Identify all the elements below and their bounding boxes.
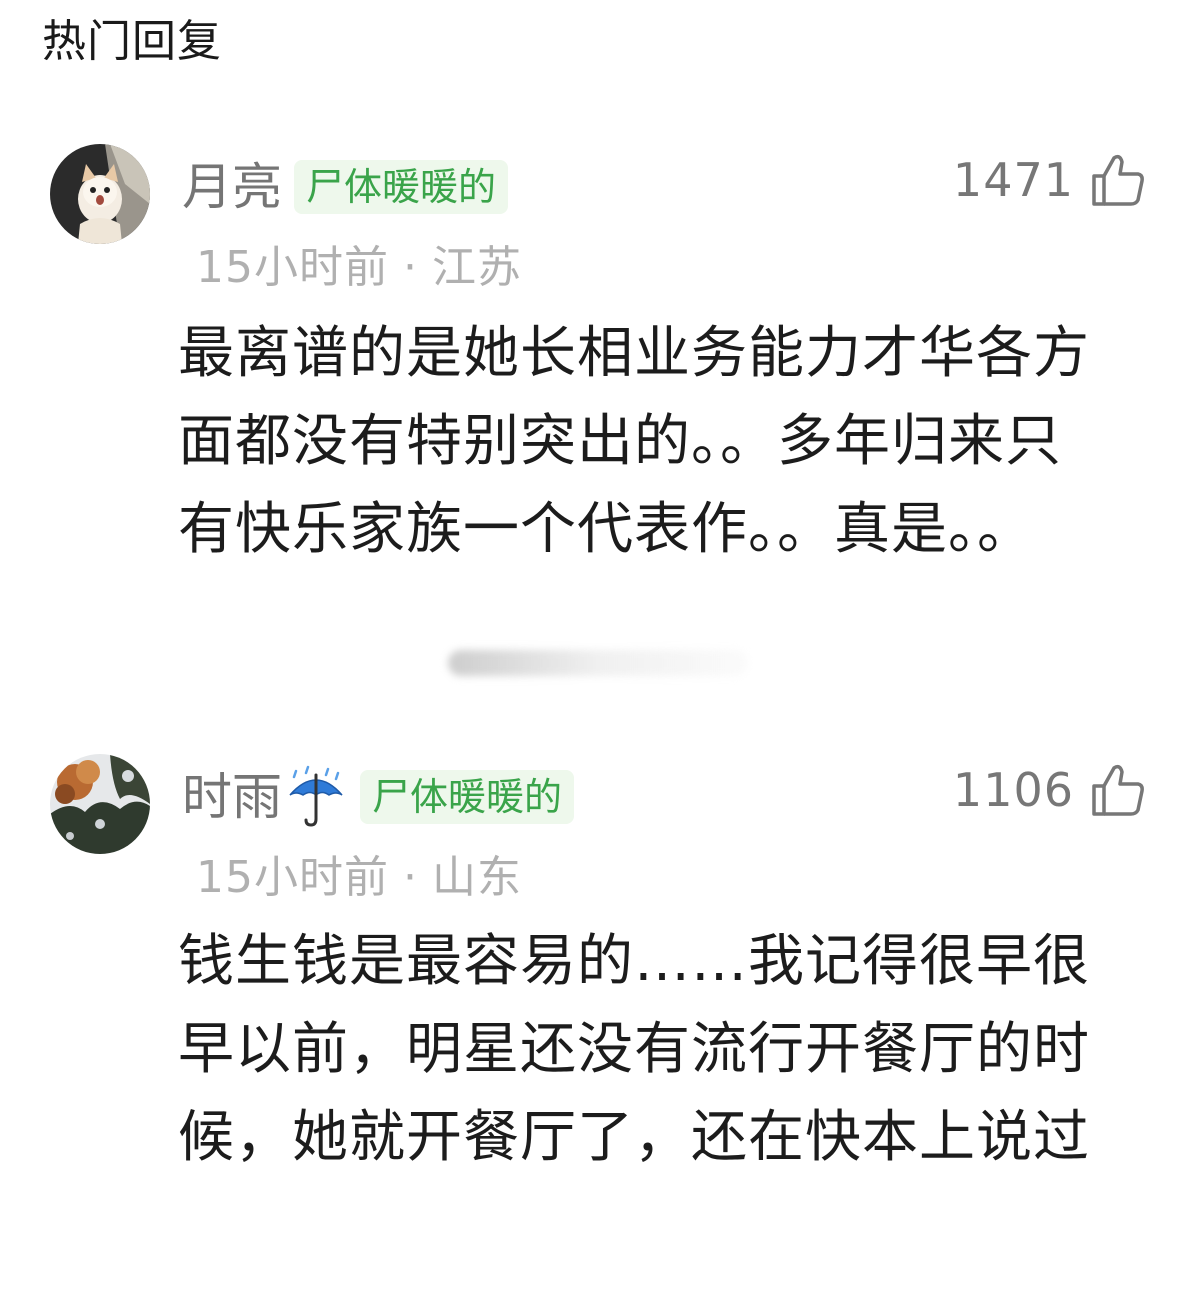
comment-time: 15小时前 <box>196 852 389 903</box>
user-avatar[interactable] <box>50 144 150 244</box>
user-badge: 尸体暖暖的 <box>294 160 509 214</box>
like-button[interactable]: 1471 <box>953 148 1146 212</box>
comment-meta: 15小时前 · 江苏 <box>196 240 522 296</box>
like-count: 1471 <box>952 153 1074 207</box>
comment-meta: 15小时前 · 山东 <box>196 850 522 906</box>
cat-avatar-icon <box>50 144 150 244</box>
umbrella-rain-icon <box>289 765 343 827</box>
meta-separator: · <box>403 242 418 293</box>
comment-time: 15小时前 <box>196 242 389 293</box>
comment-location: 江苏 <box>432 242 522 293</box>
like-count: 1106 <box>952 763 1074 817</box>
comment-text: 钱生钱是最容易的……我记得很早很早以前，明星还没有流行开餐厅的时候，她就开餐厅了… <box>178 929 1090 1170</box>
comment-location: 山东 <box>432 852 522 903</box>
blur-artifact <box>448 650 748 676</box>
meta-separator: · <box>403 852 418 903</box>
trees-avatar-icon <box>50 754 150 854</box>
thumbs-up-icon[interactable] <box>1090 762 1146 818</box>
like-button[interactable]: 1106 <box>953 758 1146 822</box>
username[interactable]: 月亮 <box>182 155 282 219</box>
username[interactable]: 时雨 <box>182 765 282 829</box>
user-avatar[interactable] <box>50 754 150 854</box>
user-badge: 尸体暖暖的 <box>360 770 575 824</box>
section-title: 热门回复 <box>42 16 222 67</box>
thumbs-up-icon[interactable] <box>1090 152 1146 208</box>
comment-text: 最离谱的是她长相业务能力才华各方面都没有特别突出的。。多年归来只有快乐家族一个代… <box>178 321 1090 562</box>
